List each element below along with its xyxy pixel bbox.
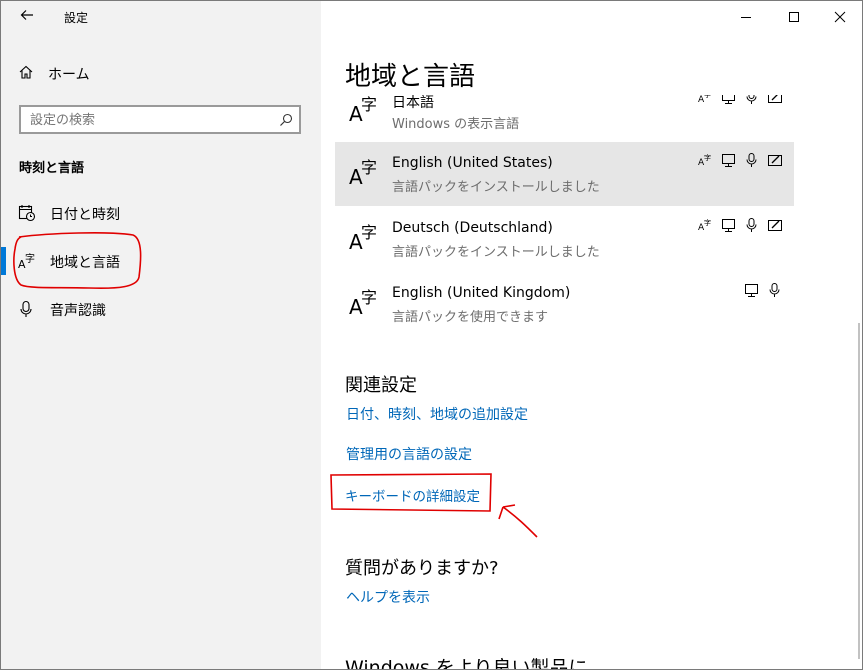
scrollbar[interactable]	[858, 323, 860, 659]
language-name: English (United Kingdom)	[392, 285, 571, 301]
advanced-keyboard-settings-link[interactable]: キーボードの詳細設定	[345, 485, 480, 505]
language-glyph-icon: A字	[349, 95, 377, 126]
svg-text:字: 字	[361, 158, 377, 177]
language-name: 日本語	[392, 95, 434, 111]
get-help-link[interactable]: ヘルプを表示	[346, 587, 430, 607]
search-box[interactable]	[19, 105, 301, 134]
mic-icon	[769, 283, 780, 297]
search-icon[interactable]	[279, 112, 293, 131]
svg-text:字: 字	[704, 153, 711, 162]
language-glyph-icon: A字	[18, 252, 36, 271]
minimize-icon[interactable]	[736, 7, 756, 27]
language-glyph-icon: A字	[349, 158, 377, 189]
maximize-icon[interactable]	[784, 7, 804, 27]
language-name: Deutsch (Deutschland)	[392, 220, 553, 236]
sidebar: 設定 ホーム 時刻と言語 日付と時刻 A字 地域と言語	[1, 1, 321, 669]
questions-heading: 質問がありますか?	[345, 558, 499, 579]
close-icon[interactable]	[830, 7, 850, 27]
home-label: ホーム	[48, 67, 90, 83]
language-glyph-icon: A字	[349, 223, 377, 254]
svg-text:字: 字	[25, 252, 35, 265]
svg-text:字: 字	[361, 223, 377, 242]
handwriting-icon	[768, 155, 782, 166]
handwriting-icon	[768, 220, 782, 231]
display-icon	[722, 154, 735, 167]
mic-icon	[746, 95, 757, 104]
section-heading: 時刻と言語	[19, 161, 85, 176]
display-icon	[722, 95, 735, 104]
language-status: 言語パックをインストールしました	[392, 180, 600, 195]
selection-indicator	[1, 247, 6, 275]
home-icon	[18, 64, 34, 84]
home-nav-item[interactable]: ホーム	[18, 63, 90, 85]
language-row-english-us[interactable]: A字 English (United States) 言語パックをインストールし…	[335, 142, 794, 206]
svg-text:字: 字	[361, 288, 377, 307]
main-pane: 地域と言語 A字 日本語 Windows の表示言語 A字 A字 English…	[321, 1, 862, 669]
sidebar-item-region-language[interactable]: A字 地域と言語	[1, 241, 321, 281]
admin-language-settings-link[interactable]: 管理用の言語の設定	[346, 444, 472, 464]
language-name: English (United States)	[392, 155, 553, 171]
related-settings-heading: 関連設定	[345, 375, 417, 396]
app-title: 設定	[64, 11, 89, 25]
sidebar-item-date-time[interactable]: 日付と時刻	[1, 193, 321, 233]
feedback-heading: Windows をより良い製品に	[345, 657, 588, 670]
sidebar-item-label: 音声認識	[50, 303, 106, 319]
language-row-japanese[interactable]: A字 日本語 Windows の表示言語 A字	[335, 95, 794, 143]
language-glyph-icon: A字	[349, 288, 377, 319]
language-status: 言語パックをインストールしました	[392, 245, 600, 260]
search-input[interactable]	[21, 107, 272, 134]
mic-icon	[746, 218, 757, 232]
text-to-speech-icon: A字	[698, 153, 711, 168]
text-to-speech-icon: A字	[698, 95, 711, 105]
additional-date-time-region-link[interactable]: 日付、時刻、地域の追加設定	[346, 404, 528, 424]
page-title: 地域と言語	[345, 62, 476, 92]
microphone-icon	[18, 300, 36, 318]
text-to-speech-icon: A字	[698, 218, 711, 233]
display-icon	[745, 284, 758, 297]
settings-window: 設定 ホーム 時刻と言語 日付と時刻 A字 地域と言語	[0, 0, 863, 670]
svg-text:字: 字	[704, 218, 711, 227]
sidebar-item-label: 地域と言語	[50, 255, 120, 271]
language-row-german[interactable]: A字 Deutsch (Deutschland) 言語パックをインストールしまし…	[335, 207, 794, 271]
language-status: 言語パックを使用できます	[392, 310, 549, 325]
sidebar-item-speech[interactable]: 音声認識	[1, 289, 321, 329]
language-row-english-uk[interactable]: A字 English (United Kingdom) 言語パックを使用できます	[335, 272, 794, 331]
annotation-highlight	[330, 473, 538, 538]
sidebar-item-label: 日付と時刻	[50, 207, 120, 223]
language-status: Windows の表示言語	[392, 117, 520, 132]
language-list: A字 日本語 Windows の表示言語 A字 A字 English (Unit…	[335, 95, 795, 331]
display-icon	[722, 219, 735, 232]
calendar-clock-icon	[18, 204, 36, 222]
mic-icon	[746, 153, 757, 167]
svg-text:字: 字	[704, 95, 711, 99]
svg-text:字: 字	[361, 95, 377, 114]
handwriting-icon	[768, 95, 782, 103]
back-arrow-icon[interactable]	[19, 7, 35, 27]
